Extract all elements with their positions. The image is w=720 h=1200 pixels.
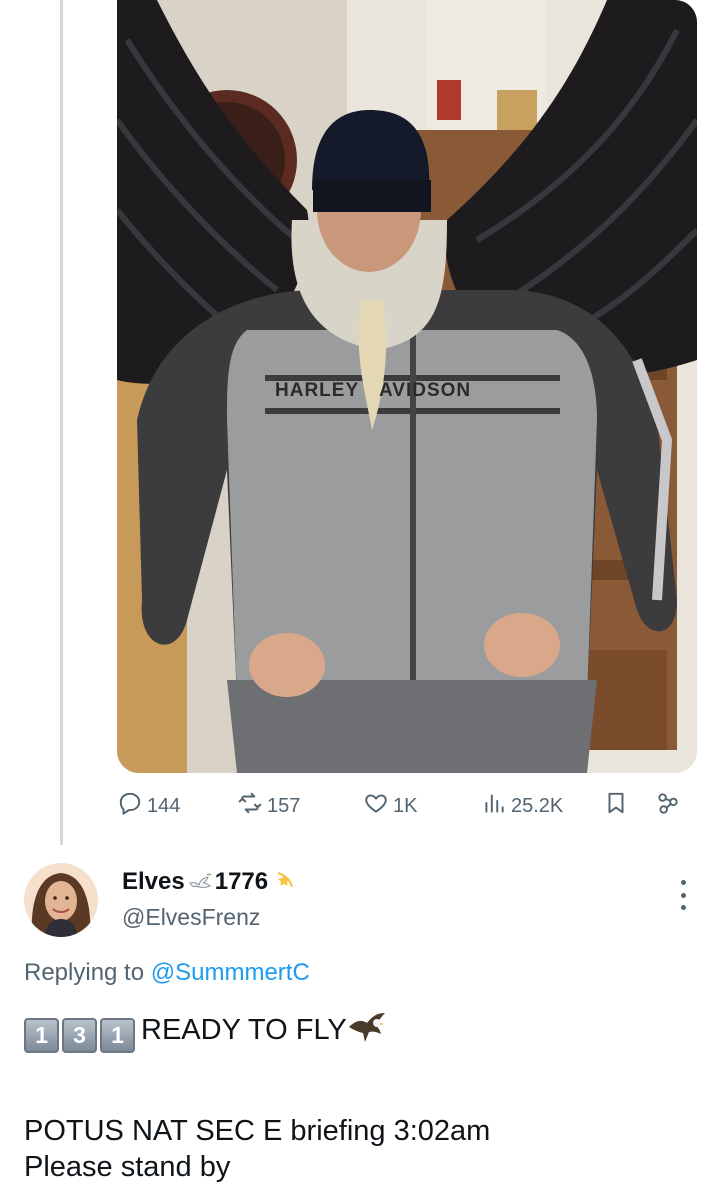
shooting-star-icon: [272, 869, 298, 895]
jacket-text-left: HARLEY: [275, 380, 360, 401]
keycap-1b: 1: [100, 1017, 135, 1053]
eagle-icon: [347, 1009, 387, 1049]
bookmark-icon: [603, 790, 629, 822]
reply-line-1: READY TO FLY: [141, 1014, 347, 1046]
keycaps: 1 3 1: [24, 1017, 135, 1053]
like-button[interactable]: 1K: [363, 790, 417, 822]
reply-line-2: POTUS NAT SEC E briefing 3:02am: [24, 1114, 491, 1147]
reply-count: 144: [147, 794, 181, 817]
views-count: 25.2K: [511, 794, 564, 817]
repost-button[interactable]: 157: [237, 790, 300, 822]
keycap-1: 1: [24, 1017, 59, 1053]
post-image[interactable]: HARLEY AVIDSON: [117, 0, 697, 773]
replying-to-link[interactable]: @SummmertC: [151, 959, 310, 986]
like-count: 1K: [393, 794, 418, 817]
display-name[interactable]: Elves 1776: [122, 868, 300, 896]
avatar[interactable]: [24, 863, 98, 937]
dove-icon: [187, 869, 213, 895]
views-button[interactable]: 25.2K: [481, 790, 563, 822]
jacket-text-right: AVIDSON: [379, 380, 472, 401]
reply-body: 1 3 1 READY TO FLY POTUS NAT SEC E brief…: [24, 1009, 704, 1185]
bookmark-button[interactable]: [603, 790, 629, 822]
thread-line: [60, 0, 63, 845]
replying-label: Replying to: [24, 959, 145, 986]
reply-button[interactable]: 144: [117, 790, 180, 822]
share-icon: [655, 790, 681, 822]
reply-icon: [117, 790, 143, 822]
repost-icon: [237, 790, 263, 822]
reply-line-3: Please stand by: [24, 1150, 231, 1183]
like-icon: [363, 790, 389, 822]
share-button[interactable]: [655, 790, 681, 822]
keycap-3: 3: [62, 1017, 97, 1053]
replying-to: Replying to @SummmertC: [24, 959, 310, 987]
display-name-start: Elves: [122, 868, 185, 895]
post-action-bar: 144 157 1K 25.2K: [117, 790, 697, 824]
views-icon: [481, 790, 507, 822]
handle[interactable]: @ElvesFrenz: [122, 904, 260, 931]
display-name-end: 1776: [214, 868, 269, 895]
repost-count: 157: [267, 794, 301, 817]
more-icon[interactable]: [678, 880, 688, 910]
